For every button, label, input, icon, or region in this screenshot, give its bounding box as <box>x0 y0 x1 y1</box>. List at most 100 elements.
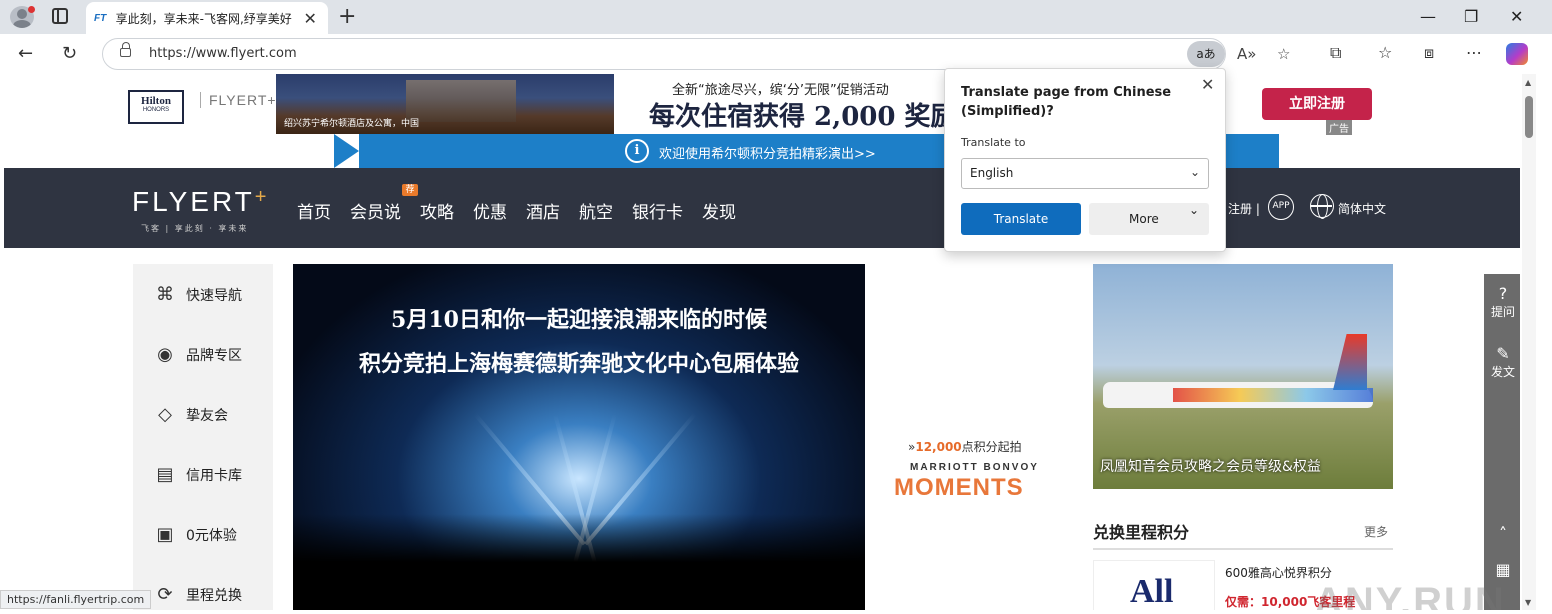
extensions-puzzle-icon[interactable]: ⧉ <box>1330 43 1341 63</box>
translate-button[interactable]: Translate <box>961 203 1081 235</box>
ask-question-button[interactable]: ? 提问 <box>1484 284 1520 320</box>
nav-item-deals[interactable]: 优惠 <box>473 198 507 223</box>
side-item-brands[interactable]: ◉ 品牌专区 <box>153 340 242 370</box>
chevron-down-icon: ⌄ <box>1188 203 1199 217</box>
address-bar[interactable]: https://www.flyert.com aあ A» ☆ <box>102 38 1290 70</box>
status-url: https://fanli.flyertrip.com <box>0 590 152 609</box>
banner-text[interactable]: 欢迎使用希尔顿积分竞拍精彩演出>> <box>659 143 876 162</box>
floating-toolbar: ? 提问 ✎ 发文 ˄ ▦ <box>1484 274 1520 610</box>
marriott-ad[interactable]: »12,000点积分起拍 MARRIOTT BONVOY MOMENTS <box>888 430 1064 510</box>
scroll-down-icon[interactable]: ▼ <box>1525 598 1531 607</box>
browser-tab[interactable]: FT 享此刻，享未来-飞客网,纾享美好 ✕ <box>86 2 328 34</box>
all-accor-card[interactable]: All <box>1093 560 1215 610</box>
hero-subtitle: 积分竞拍上海梅赛德斯奔驰文化中心包厢体验 <box>358 351 799 377</box>
chevron-down-icon: ⌄ <box>1189 165 1200 179</box>
read-aloud-icon[interactable]: A» <box>1237 45 1256 63</box>
miles-item-title[interactable]: 600雅高心悦界积分 <box>1225 564 1332 581</box>
tab-title: 享此刻，享未来-飞客网,纾享美好 <box>115 11 292 26</box>
logo-tagline: 飞客 | 享此刻 · 享未来 <box>141 224 249 233</box>
marriott-brand: MARRIOTT BONVOY <box>910 462 1039 473</box>
close-icon[interactable]: ✕ <box>1201 75 1214 94</box>
airplane-livery <box>1173 388 1373 402</box>
language-switch[interactable]: 简体中文 <box>1338 200 1386 217</box>
site-navigation: FLYERT+ 飞客 | 享此刻 · 享未来 首页 会员说 攻略 优惠 酒店 航… <box>4 168 1520 248</box>
new-tab-button[interactable]: + <box>338 4 356 29</box>
close-window-button[interactable]: ✕ <box>1510 7 1523 26</box>
side-item-cards[interactable]: ▤ 信用卡库 <box>153 460 242 490</box>
post-button[interactable]: ✎ 发文 <box>1484 344 1520 380</box>
chevron-up-icon: ˄ <box>1499 524 1507 543</box>
page-scrollbar[interactable]: ▲ ▼ <box>1522 74 1536 610</box>
brand-icon: ◉ <box>157 344 173 365</box>
side-item-club[interactable]: ◇ 挚友会 <box>153 400 228 430</box>
refresh-icon[interactable]: ↻ <box>62 43 77 64</box>
hotel-photo: 绍兴苏宁希尔顿酒店及公寓，中国 <box>276 74 614 134</box>
feature-caption[interactable]: 凤凰知音会员攻略之会员等级&权益 <box>1100 456 1321 476</box>
collections-icon[interactable]: ⧈ <box>1424 43 1434 63</box>
url-text[interactable]: https://www.flyert.com <box>149 46 297 61</box>
info-icon: i <box>625 139 649 163</box>
maximize-button[interactable]: ❐ <box>1464 7 1478 26</box>
miles-section-title: 兑换里程积分 <box>1093 523 1190 542</box>
diamond-icon: ◇ <box>158 404 172 425</box>
marriott-moments: MOMENTS <box>894 474 1024 501</box>
favorites-icon[interactable]: ☆ <box>1378 43 1392 62</box>
scroll-up-icon[interactable]: ▲ <box>1525 78 1531 87</box>
hotel-caption: 绍兴苏宁希尔顿酒店及公寓，中国 <box>284 119 420 129</box>
favorite-star-icon[interactable]: ☆ <box>1277 45 1290 63</box>
ad-badge: 广告 <box>1326 120 1352 135</box>
register-now-button[interactable]: 立即注册 <box>1262 88 1372 120</box>
globe-icon[interactable] <box>1310 194 1334 219</box>
main-nav: 首页 会员说 攻略 优惠 酒店 航空 银行卡 发现 <box>297 198 755 223</box>
scroll-thumb[interactable] <box>1525 96 1533 138</box>
more-link[interactable]: 更多 <box>1364 523 1388 540</box>
marriott-points: »12,000点积分起拍 <box>908 440 1022 454</box>
nav-item-hotel[interactable]: 酒店 <box>526 198 560 223</box>
nav-item-airline[interactable]: 航空 <box>579 198 613 223</box>
flyert-small-logo: FLYERT+ <box>200 92 277 108</box>
copilot-icon[interactable] <box>1506 43 1528 65</box>
feature-article-image[interactable]: 凤凰知音会员攻略之会员等级&权益 <box>1093 264 1393 489</box>
page-viewport: Hilton HONORS FLYERT+ 绍兴苏宁希尔顿酒店及公寓，中国 全新… <box>4 74 1520 610</box>
tab-close-icon[interactable]: ✕ <box>300 9 320 28</box>
back-to-top-button[interactable]: ˄ <box>1484 524 1520 543</box>
top-ad-banner[interactable]: Hilton HONORS FLYERT+ 绍兴苏宁希尔顿酒店及公寓，中国 全新… <box>4 74 1520 168</box>
language-select[interactable]: English ⌄ <box>961 158 1209 189</box>
hilton-logo: Hilton HONORS <box>128 90 184 124</box>
minimize-button[interactable]: — <box>1420 7 1436 26</box>
app-icon[interactable]: APP <box>1268 194 1294 220</box>
side-item-miles[interactable]: ⟳ 里程兑换 <box>153 580 242 610</box>
more-menu-icon[interactable]: ⋯ <box>1466 43 1482 62</box>
hero-title: 5月10日和你一起迎接浪潮来临的时候 <box>391 307 767 333</box>
question-icon: ? <box>1498 284 1508 303</box>
airplane-tail <box>1333 334 1367 390</box>
translate-title: Translate page from Chinese (Simplified)… <box>961 85 1172 119</box>
nav-item-home[interactable]: 首页 <box>297 198 331 223</box>
all-logo: All <box>1130 573 1174 610</box>
crowd-silhouette <box>293 514 865 610</box>
hero-banner[interactable]: 5月10日和你一起迎接浪潮来临的时候 积分竞拍上海梅赛德斯奔驰文化中心包厢体验 <box>293 264 865 610</box>
nav-item-bankcard[interactable]: 银行卡 <box>632 198 683 223</box>
nav-item-guide[interactable]: 攻略 <box>420 198 454 223</box>
pen-icon: ✎ <box>1496 344 1510 363</box>
tab-actions-icon[interactable] <box>52 8 68 24</box>
browser-toolbar: ← ↻ https://www.flyert.com aあ A» ☆ ⧉ ☆ ⧈… <box>0 34 1552 74</box>
flyert-logo[interactable]: FLYERT+ <box>132 186 269 218</box>
title-bar: FT 享此刻，享未来-飞客网,纾享美好 ✕ + — ❐ ✕ <box>0 0 1552 34</box>
more-options-button[interactable]: More ⌄ <box>1089 203 1209 235</box>
nav-item-discover[interactable]: 发现 <box>702 198 736 223</box>
register-link[interactable]: 注册 | <box>1228 200 1260 217</box>
banner-arrow <box>334 134 359 168</box>
back-arrow-icon[interactable]: ← <box>18 43 33 64</box>
sofa-icon: ▣ <box>156 524 174 545</box>
watermark: ANY.RUN <box>1314 580 1506 610</box>
side-item-trial[interactable]: ▣ 0元体验 <box>153 520 236 550</box>
side-menu: ⌘ 快速导航 ◉ 品牌专区 ◇ 挚友会 ▤ 信用卡库 ▣ 0元体验 ⟳ 里程兑换 <box>133 264 273 610</box>
nav-item-member[interactable]: 会员说 <box>350 198 401 223</box>
exchange-icon: ⟳ <box>157 584 173 605</box>
translate-page-icon[interactable]: aあ <box>1187 41 1225 67</box>
qr-code-button[interactable]: ▦ <box>1484 560 1520 579</box>
side-item-quick-nav[interactable]: ⌘ 快速导航 <box>153 280 242 310</box>
lock-icon[interactable] <box>120 42 131 57</box>
translate-to-label: Translate to <box>961 136 1026 149</box>
